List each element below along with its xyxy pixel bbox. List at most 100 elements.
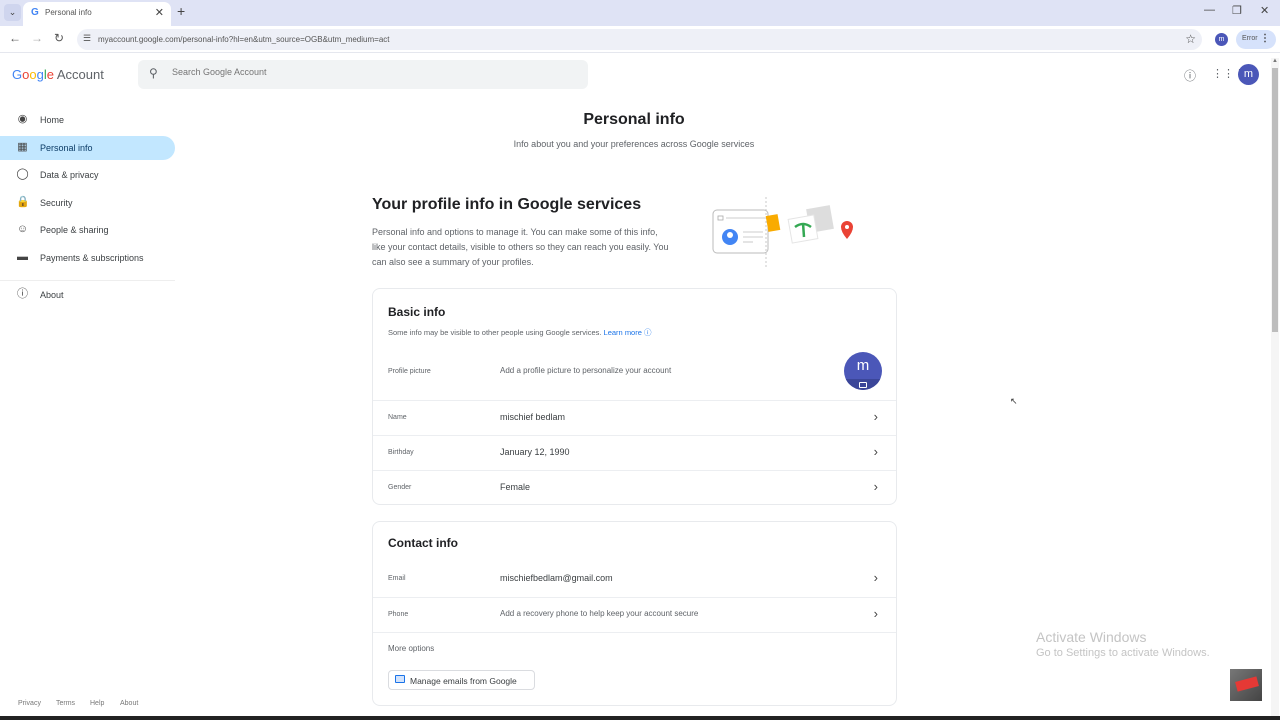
profile-illustration [712, 197, 853, 268]
footer-link-help[interactable]: Help [90, 700, 104, 707]
sidebar-item-label: About [40, 290, 64, 300]
browser-tab[interactable]: G Personal info ✕ [23, 2, 171, 26]
browser-tabstrip: ⌄ G Personal info ✕ + — ❐ ✕ [0, 0, 1280, 26]
birthday-row[interactable]: Birthday January 12, 1990 › [373, 435, 896, 470]
back-icon[interactable]: ← [9, 31, 21, 45]
sidebar-divider [0, 280, 175, 281]
camera-icon [859, 382, 867, 388]
help-icon[interactable]: ⓘ [1184, 67, 1196, 84]
footer-link-about[interactable]: About [120, 700, 138, 707]
google-favicon-icon: G [31, 7, 39, 18]
sidebar-item-about[interactable]: ⓘ About [0, 283, 175, 307]
sidebar-item-label: People & sharing [40, 225, 109, 235]
search-box[interactable]: ⚲ [138, 60, 588, 89]
page-title: Personal info [583, 111, 685, 128]
sidebar-item-payments[interactable]: ▬ Payments & subscriptions [0, 246, 175, 270]
email-row[interactable]: Email mischiefbedlam@gmail.com › [373, 562, 896, 597]
profile-picture-avatar[interactable]: m [844, 352, 882, 390]
taskbar-edge [0, 716, 1280, 720]
sidebar-item-data-privacy[interactable]: ◯ Data & privacy [0, 163, 175, 187]
chevron-right-icon: › [873, 409, 878, 424]
learn-more-link[interactable]: Learn more ⓘ [604, 328, 652, 337]
more-options-label: More options [388, 644, 435, 653]
sidebar-item-security[interactable]: 🔒 Security [0, 191, 175, 215]
reload-icon[interactable]: ↻ [54, 31, 64, 45]
mouse-cursor-icon: ↖ [1010, 396, 1018, 406]
logo-google: Google [12, 67, 54, 82]
restore-icon[interactable]: ❐ [1232, 4, 1242, 17]
chevron-right-icon: › [873, 570, 878, 585]
row-value: Add a recovery phone to help keep your a… [500, 609, 699, 618]
webcam-thumbnail [1230, 669, 1262, 701]
page-scrollbar[interactable]: ▲ [1271, 58, 1279, 718]
new-tab-button[interactable]: + [177, 3, 185, 19]
profile-picture-row[interactable]: Profile picture Add a profile picture to… [373, 346, 896, 399]
chevron-right-icon: › [873, 444, 878, 459]
profile-section-description: Personal info and options to manage it. … [372, 227, 669, 267]
close-window-icon[interactable]: ✕ [1260, 4, 1269, 17]
row-value: mischiefbedlam@gmail.com [500, 573, 613, 583]
basic-info-card: Basic info Some info may be visible to o… [372, 288, 897, 505]
footer-link-privacy[interactable]: Privacy [18, 700, 41, 707]
info-icon: ⓘ [17, 288, 28, 300]
search-icon: ⚲ [149, 66, 158, 80]
bookmark-star-icon[interactable]: ☆ [1185, 32, 1196, 46]
tab-title: Personal info [45, 8, 92, 17]
basic-info-title: Basic info [388, 305, 446, 319]
browser-error-button[interactable]: Error ⋮ [1236, 30, 1276, 49]
sidebar-item-label: Data & privacy [40, 170, 99, 180]
url-text[interactable]: myaccount.google.com/personal-info?hl=en… [98, 35, 390, 44]
basic-info-note: Some info may be visible to other people… [388, 327, 652, 338]
phone-row[interactable]: Phone Add a recovery phone to help keep … [373, 597, 896, 632]
activate-windows-watermark: Activate Windows Go to Settings to activ… [1036, 629, 1210, 659]
scrollbar-thumb[interactable] [1272, 68, 1278, 332]
forward-icon[interactable]: → [31, 31, 43, 45]
row-value: Female [500, 482, 531, 492]
footer-link-terms[interactable]: Terms [56, 700, 75, 707]
row-key: Phone [388, 611, 409, 618]
address-bar[interactable]: ☰ myaccount.google.com/personal-info?hl=… [77, 29, 1202, 50]
manage-emails-button[interactable]: Manage emails from Google [388, 670, 535, 690]
sidebar-item-label: Payments & subscriptions [40, 253, 144, 263]
error-label: Error [1242, 35, 1258, 42]
credit-card-icon: ▬ [17, 251, 28, 263]
profile-section-title: Your profile info in Google services [372, 196, 642, 213]
basic-info-note-text: Some info may be visible to other people… [388, 328, 602, 337]
people-icon: ☺ [16, 223, 29, 235]
chevron-right-icon: › [873, 479, 878, 494]
site-info-icon[interactable]: ☰ [83, 33, 91, 44]
help-circle-icon: ⓘ [644, 328, 652, 337]
contact-info-title: Contact info [388, 536, 458, 550]
sidebar-item-people-sharing[interactable]: ☺ People & sharing [0, 218, 175, 242]
row-key: Birthday [388, 449, 414, 456]
minimize-icon[interactable]: — [1204, 4, 1215, 16]
profile-picture-hint: Add a profile picture to personalize you… [500, 366, 672, 375]
profile-picture-label: Profile picture [388, 368, 431, 375]
browser-toolbar: ← → ↻ ☰ myaccount.google.com/personal-in… [0, 26, 1280, 53]
sidebar-item-label: Security [40, 198, 73, 208]
contact-info-card: Contact info Email mischiefbedlam@gmail.… [372, 521, 897, 706]
row-key: Email [388, 575, 406, 582]
row-value: January 12, 1990 [500, 447, 570, 457]
row-divider [373, 632, 896, 633]
logo-account: Account [56, 67, 104, 82]
row-key: Gender [388, 484, 412, 491]
mail-icon [395, 675, 405, 683]
row-key: Name [388, 414, 407, 421]
row-value: mischief bedlam [500, 412, 566, 422]
chevron-right-icon: › [873, 606, 878, 621]
scroll-up-arrow-icon[interactable]: ▲ [1272, 58, 1278, 64]
kebab-menu-icon: ⋮ [1260, 33, 1270, 44]
page-subtitle: Info about you and your preferences acro… [513, 139, 755, 149]
account-avatar[interactable]: m [1238, 64, 1259, 85]
manage-emails-label: Manage emails from Google [410, 676, 517, 686]
close-tab-icon[interactable]: ✕ [155, 6, 164, 19]
google-account-logo[interactable]: Google Account [12, 67, 104, 82]
name-row[interactable]: Name mischief bedlam › [373, 400, 896, 435]
search-input[interactable] [172, 67, 572, 77]
browser-profile-avatar[interactable]: m [1215, 33, 1228, 46]
tab-search-dropdown[interactable]: ⌄ [4, 4, 21, 21]
toggle-icon: ◯ [16, 168, 29, 180]
gender-row[interactable]: Gender Female › [373, 470, 896, 505]
lock-icon: 🔒 [16, 196, 30, 208]
